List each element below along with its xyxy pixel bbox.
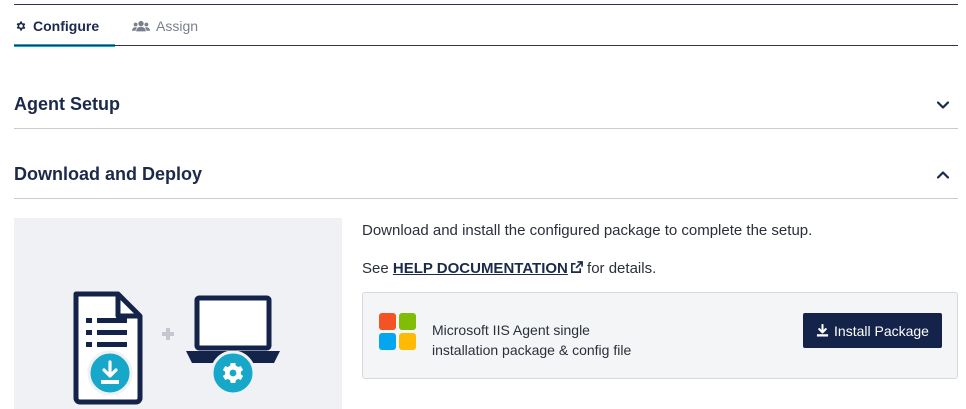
help-prefix: See <box>362 260 389 277</box>
page: Configure Assign Agent Setup Download an <box>0 0 966 409</box>
section-divider <box>14 198 958 199</box>
download-icon <box>816 324 829 337</box>
package-card: Microsoft IIS Agent single installation … <box>362 292 958 379</box>
install-package-label: Install Package <box>834 322 929 339</box>
deploy-illustration <box>14 218 342 409</box>
help-suffix: for details. <box>587 260 657 277</box>
install-package-button[interactable]: Install Package <box>803 313 942 348</box>
section-title-agent-setup[interactable]: Agent Setup <box>14 94 120 115</box>
tab-configure[interactable]: Configure <box>14 5 115 47</box>
chevron-up-icon[interactable] <box>936 168 950 182</box>
help-line: See HELP DOCUMENTATION for details. <box>362 260 656 278</box>
tab-bar: Configure Assign <box>14 5 958 47</box>
package-description: Microsoft IIS Agent single installation … <box>432 320 692 360</box>
chevron-down-icon[interactable] <box>936 98 950 112</box>
tab-assign-label: Assign <box>156 17 199 34</box>
external-link-icon <box>570 261 583 278</box>
package-line-2: installation package & config file <box>432 342 632 358</box>
windows-logo-icon <box>379 313 416 350</box>
section-title-download-deploy[interactable]: Download and Deploy <box>14 164 202 185</box>
users-icon <box>132 20 150 32</box>
tab-bar-divider <box>14 45 958 46</box>
section-divider <box>14 128 958 129</box>
package-line-1: Microsoft IIS Agent single <box>432 322 590 338</box>
gear-icon <box>15 20 27 32</box>
tab-configure-label: Configure <box>33 17 100 34</box>
help-link-label: HELP DOCUMENTATION <box>392 260 568 277</box>
document-and-laptop-illustration <box>73 291 280 405</box>
deploy-description: Download and install the configured pack… <box>362 222 813 239</box>
tab-assign[interactable]: Assign <box>132 5 198 46</box>
help-documentation-link[interactable]: HELP DOCUMENTATION <box>393 260 583 277</box>
